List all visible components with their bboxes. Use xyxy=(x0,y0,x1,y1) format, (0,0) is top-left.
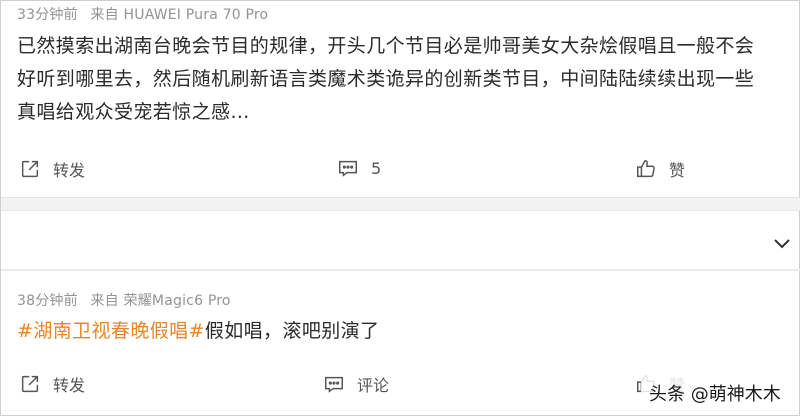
comment-1-like-button[interactable]: 赞 xyxy=(635,157,685,181)
comment-1-line-2: 好听到哪里去，然后随机刷新语言类魔术类诡异的创新类节目，中间陆陆续续出现一些 xyxy=(17,68,755,90)
chevron-down-icon[interactable] xyxy=(772,237,792,251)
comment-2-time: 38分钟前 xyxy=(17,293,78,309)
comment-2-comment-button[interactable]: 评论 xyxy=(323,372,389,396)
comment-1-time: 33分钟前 xyxy=(17,7,78,23)
comment-2-forward-label: 转发 xyxy=(53,376,86,395)
forward-icon xyxy=(21,160,39,178)
like-icon xyxy=(637,160,655,178)
comment-1-comment-button[interactable]: 5 xyxy=(337,157,381,179)
comment-2-source: 来自 荣耀Magic6 Pro xyxy=(90,293,231,309)
forward-icon xyxy=(21,375,39,393)
comment-1-like-label: 赞 xyxy=(669,161,686,180)
comment-2-meta: 38分钟前 来自 荣耀Magic6 Pro xyxy=(17,290,239,310)
comment-2-hashtag[interactable]: #湖南卫视春晚假唱# xyxy=(17,320,205,342)
comment-1-line-1: 已然摸索出湖南台晚会节目的规律，开头几个节目必是帅哥美女大杂烩假唱且一般不会 xyxy=(17,35,755,57)
watermark: 头条 @萌神木木 xyxy=(641,373,789,413)
comment-2-forward-button[interactable]: 转发 xyxy=(19,372,85,396)
comment-1-forward-label: 转发 xyxy=(53,161,86,180)
comment-1-meta: 33分钟前 来自 HUAWEI Pura 70 Pro xyxy=(17,4,276,24)
comment-2-comment-label: 评论 xyxy=(357,376,390,395)
comment-1-source: 来自 HUAWEI Pura 70 Pro xyxy=(90,7,269,23)
section-divider xyxy=(1,197,800,211)
comment-2-text: #湖南卫视春晚假唱#假如唱，滚吧别演了 xyxy=(17,315,787,348)
comment-1-line-3: 真唱给观众受宠若惊之感… xyxy=(17,101,250,123)
row-divider xyxy=(1,269,800,271)
comment-icon xyxy=(325,376,343,393)
comment-1-text: 已然摸索出湖南台晚会节目的规律，开头几个节目必是帅哥美女大杂烩假唱且一般不会 好… xyxy=(17,30,787,129)
comment-1-comment-count: 5 xyxy=(371,158,382,178)
comment-1-forward-button[interactable]: 转发 xyxy=(19,157,85,181)
comment-2-body: 假如唱，滚吧别演了 xyxy=(204,320,380,342)
comment-icon xyxy=(339,160,357,177)
screenshot-frame: 33分钟前 来自 HUAWEI Pura 70 Pro 已然摸索出湖南台晚会节目… xyxy=(0,0,800,416)
